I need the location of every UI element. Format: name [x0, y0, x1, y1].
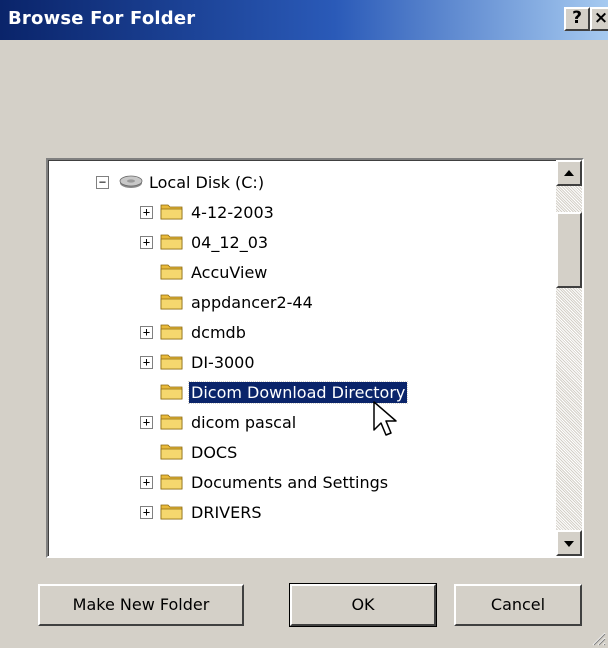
- folder-open-icon: [160, 384, 183, 400]
- expand-toggle[interactable]: +: [140, 506, 153, 519]
- tree-item-label: DI-3000: [191, 353, 255, 372]
- tree-item-label: DRIVERS: [191, 503, 262, 522]
- tree-item[interactable]: AccuView: [48, 258, 552, 288]
- tree-item[interactable]: + dicom pascal: [48, 408, 552, 438]
- expand-toggle[interactable]: +: [140, 206, 153, 219]
- tree-item-label: appdancer2-44: [191, 293, 313, 312]
- tree-item-label: 4-12-2003: [191, 203, 274, 222]
- expand-toggle[interactable]: +: [140, 476, 153, 489]
- folder-icon: [160, 204, 183, 220]
- expand-toggle[interactable]: +: [140, 326, 153, 339]
- scroll-down-button[interactable]: [556, 530, 582, 556]
- tree-item[interactable]: +04_12_03: [48, 228, 552, 258]
- tree-item-local-disk[interactable]: − Local Disk (C:): [48, 168, 552, 198]
- folder-icon: [160, 264, 183, 280]
- scroll-up-button[interactable]: [556, 160, 582, 186]
- tree-item-label: 04_12_03: [191, 233, 269, 252]
- folder-tree[interactable]: − Local Disk (C:) +4-12-2003 +04_12_03 Acc…: [46, 158, 584, 558]
- title-bar[interactable]: Browse For Folder ? ×: [0, 0, 608, 40]
- folder-icon: [160, 474, 183, 490]
- folder-icon: [160, 444, 183, 460]
- tree-item[interactable]: + Documents and Settings: [48, 468, 552, 498]
- tree-item[interactable]: + DRIVERS: [48, 498, 552, 528]
- folder-icon: [160, 354, 183, 370]
- mouse-pointer-icon: [373, 401, 397, 436]
- expand-toggle[interactable]: +: [140, 416, 153, 429]
- tree-item-label: dicom pascal: [191, 413, 297, 432]
- vertical-scrollbar[interactable]: [556, 160, 582, 556]
- folder-icon: [160, 234, 183, 250]
- tree-item[interactable]: + dcmdb: [48, 318, 552, 348]
- scrollbar-thumb[interactable]: [556, 212, 582, 288]
- tree-item[interactable]: DOCS: [48, 438, 552, 468]
- tree-item[interactable]: +4-12-2003: [48, 198, 552, 228]
- folder-icon: [160, 324, 183, 340]
- folder-icon: [160, 504, 183, 520]
- expand-toggle[interactable]: +: [140, 236, 153, 249]
- expand-toggle[interactable]: +: [140, 356, 153, 369]
- tree-item[interactable]: appdancer2-44: [48, 288, 552, 318]
- folder-icon: [160, 414, 183, 430]
- arrow-down-icon: [564, 541, 574, 547]
- tree-item-label: AccuView: [191, 263, 268, 282]
- window-title: Browse For Folder: [8, 8, 196, 29]
- cancel-button[interactable]: Cancel: [454, 584, 582, 626]
- folder-icon: [160, 294, 183, 310]
- close-button[interactable]: ×: [590, 7, 608, 31]
- tree-item-label: dcmdb: [191, 323, 246, 342]
- make-new-folder-button[interactable]: Make New Folder: [38, 584, 244, 626]
- tree-item-label: Documents and Settings: [191, 473, 389, 492]
- ok-button[interactable]: OK: [289, 583, 437, 627]
- arrow-up-icon: [564, 170, 574, 176]
- help-button[interactable]: ?: [564, 7, 590, 31]
- resize-grip-icon[interactable]: [590, 630, 606, 646]
- tree-item-label: Local Disk (C:): [149, 173, 265, 192]
- tree-item[interactable]: + DI-3000: [48, 348, 552, 378]
- tree-item[interactable]: Dicom Download Directory: [48, 378, 552, 408]
- browse-for-folder-dialog: Browse For Folder ? × − Local Disk (C:) …: [0, 0, 608, 648]
- collapse-toggle[interactable]: −: [96, 176, 109, 189]
- hard-disk-icon: [119, 175, 143, 188]
- tree-item-label: DOCS: [191, 443, 238, 462]
